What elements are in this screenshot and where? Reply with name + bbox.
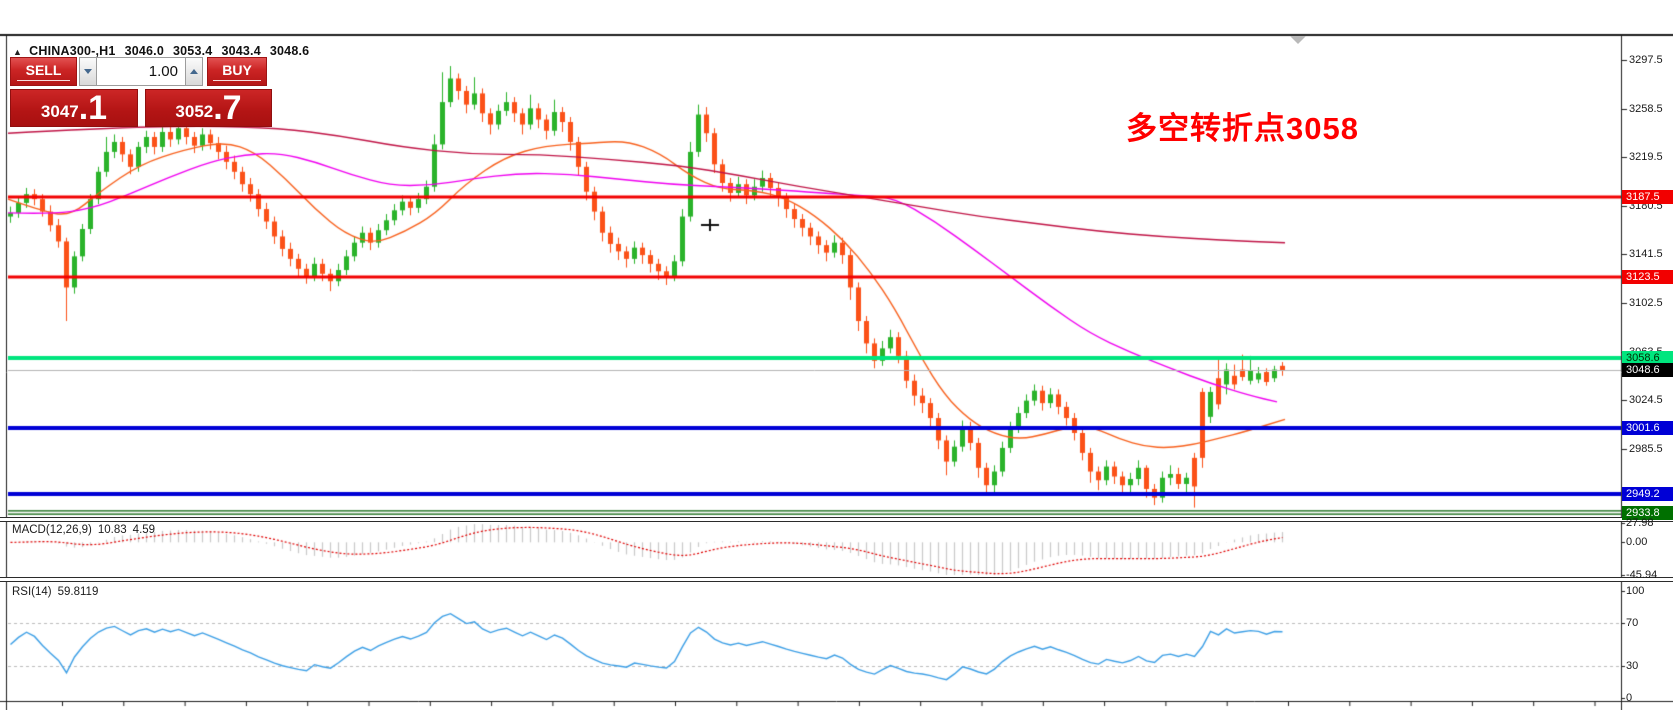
price-tick-label: 3297.5 xyxy=(1629,53,1663,67)
macd-name: MACD(12,26,9) xyxy=(12,524,92,536)
triangle-up-icon xyxy=(190,69,198,74)
macd-scale-label: 27.98 xyxy=(1626,517,1654,530)
buy-price-tile[interactable]: 3052 .7 xyxy=(145,89,272,127)
pane-splitter-macd[interactable] xyxy=(0,517,1673,522)
price-marker-label: 2949.2 xyxy=(1622,487,1673,501)
chart-annotation-text: 多空转折点3058 xyxy=(1126,103,1359,148)
volume-stepper xyxy=(79,57,203,86)
rsi-scale-label: 70 xyxy=(1626,617,1638,630)
bar-low-value: 3043.4 xyxy=(221,44,260,58)
rsi-scale-label: 30 xyxy=(1626,660,1638,673)
triangle-down-icon xyxy=(84,69,92,74)
buy-button[interactable]: BUY xyxy=(207,57,267,86)
bar-open-value: 3046.0 xyxy=(125,44,164,58)
volume-input[interactable] xyxy=(97,57,185,86)
chart-header: ▲ CHINA300-,H1 3046.0 3053.4 3043.4 3048… xyxy=(13,44,318,58)
price-marker-label: 3187.5 xyxy=(1622,190,1673,204)
price-marker-label: 3123.5 xyxy=(1622,270,1673,284)
rsi-value: 59.8119 xyxy=(58,586,99,598)
price-tick-label: 3102.5 xyxy=(1629,296,1663,310)
price-marker-label: 3001.6 xyxy=(1622,421,1673,435)
sell-price-main: 3047 xyxy=(41,103,79,120)
rsi-name: RSI(14) xyxy=(12,586,52,598)
buy-price-frac: .7 xyxy=(213,95,241,123)
volume-increase-button[interactable] xyxy=(185,57,203,86)
pane-splitter-rsi[interactable] xyxy=(0,577,1673,582)
bar-high-value: 3053.4 xyxy=(173,44,212,58)
buy-button-label: BUY xyxy=(222,62,252,78)
collapse-panel-icon[interactable]: ▲ xyxy=(13,47,22,57)
rsi-label: RSI(14) 59.8119 xyxy=(12,586,104,598)
price-tick-label: 2985.5 xyxy=(1629,442,1663,456)
sell-button-label: SELL xyxy=(26,62,62,78)
sell-price-frac: .1 xyxy=(79,95,107,123)
macd-scale-label: -45.94 xyxy=(1626,569,1657,582)
symbol-period-label: CHINA300-,H1 xyxy=(29,44,115,58)
macd-label: MACD(12,26,9) 10.83 4.59 xyxy=(12,524,161,536)
price-marker-label: 3048.6 xyxy=(1622,363,1673,377)
macd-scale-label: 0.00 xyxy=(1626,536,1647,549)
price-tick-label: 3024.5 xyxy=(1629,393,1663,407)
macd-value-main: 10.83 xyxy=(98,524,127,536)
chart-shift-icon[interactable] xyxy=(1290,36,1306,44)
one-click-trading-panel: SELL BUY 3047 .1 3052 .7 xyxy=(10,57,272,127)
bar-close-value: 3048.6 xyxy=(270,44,309,58)
sell-button[interactable]: SELL xyxy=(10,57,77,86)
sell-price-tile[interactable]: 3047 .1 xyxy=(10,89,138,127)
rsi-scale-label: 0 xyxy=(1626,692,1632,705)
macd-value-signal: 4.59 xyxy=(133,524,155,536)
rsi-scale-label: 100 xyxy=(1626,585,1644,598)
sell-underline xyxy=(17,80,70,81)
trading-platform-window: F A T M1M5M15M30H1H4D1W1MN ▲ CHINA300-,H… xyxy=(0,0,1673,710)
buy-price-main: 3052 xyxy=(175,103,213,120)
volume-decrease-button[interactable] xyxy=(79,57,97,86)
price-tick-label: 3141.5 xyxy=(1629,247,1663,261)
price-tick-label: 3219.5 xyxy=(1629,150,1663,164)
price-tick-label: 3258.5 xyxy=(1629,102,1663,116)
buy-underline xyxy=(213,80,261,81)
